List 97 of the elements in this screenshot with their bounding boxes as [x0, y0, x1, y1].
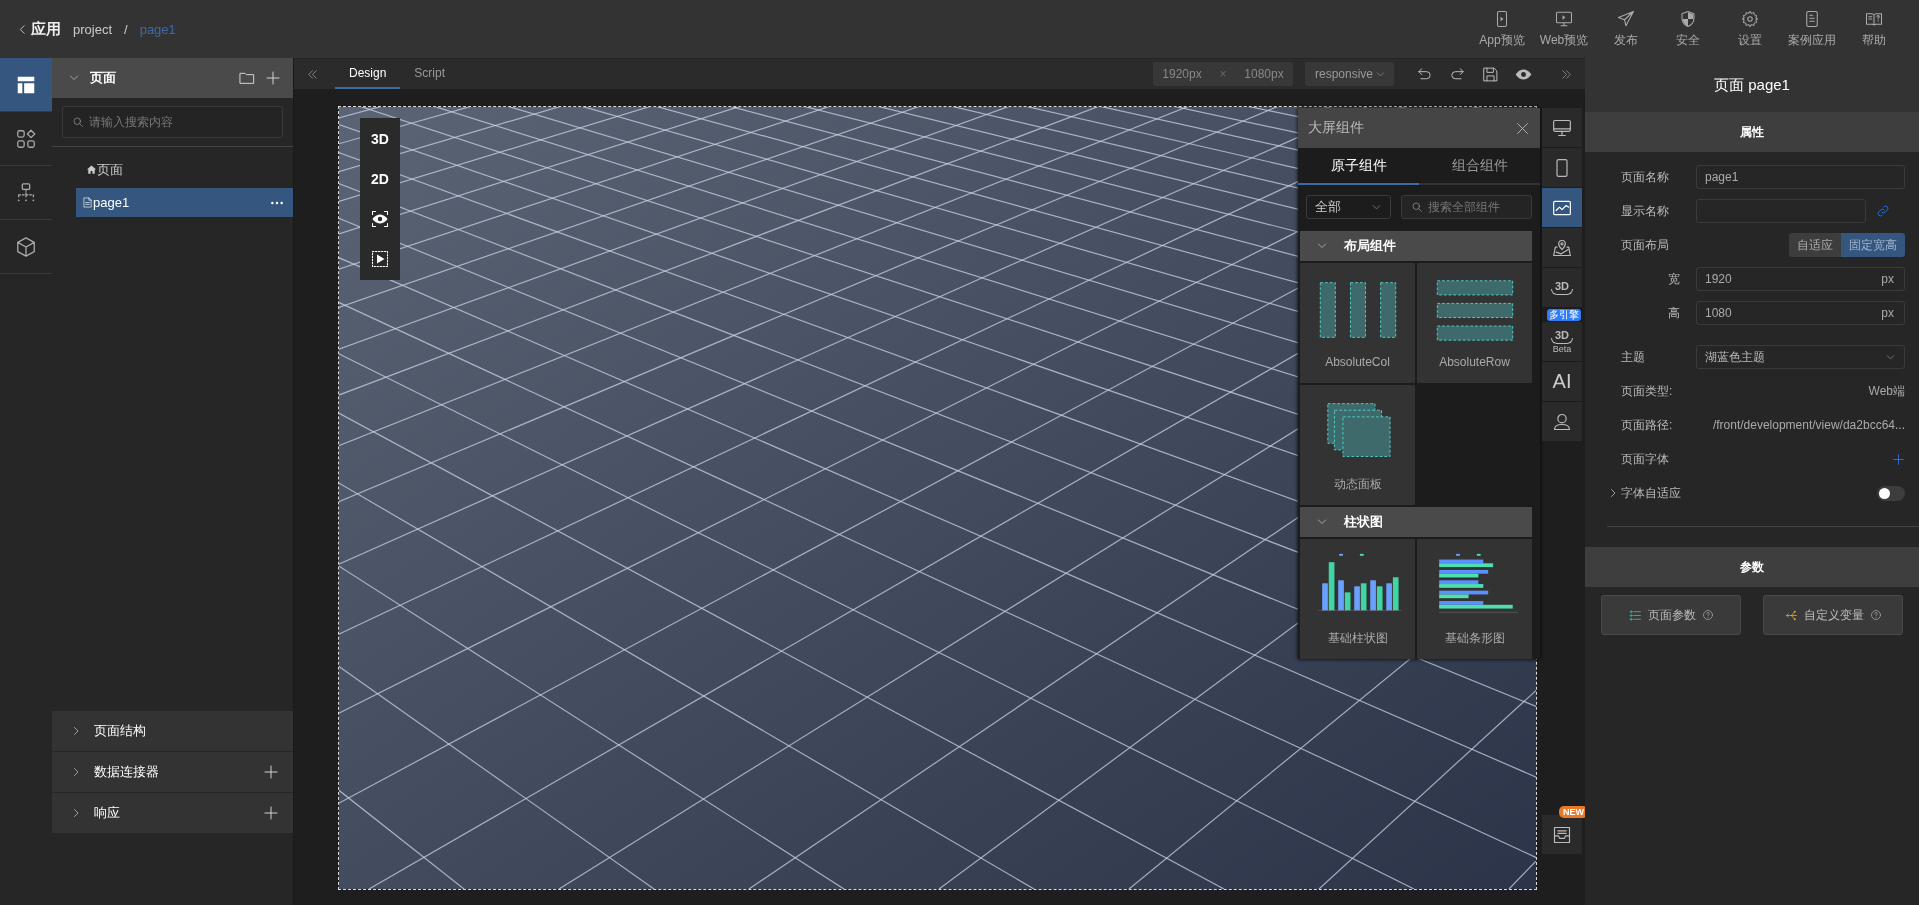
field-value: Web端	[1867, 382, 1905, 400]
search-field[interactable]: 搜索全部组件	[1401, 195, 1532, 219]
toolbar-button[interactable]: 案例应用	[1781, 9, 1843, 49]
close-icon[interactable]	[1515, 120, 1530, 136]
view-mode-button[interactable]: 2D	[360, 164, 400, 194]
section-header[interactable]: 数据连接器	[52, 752, 293, 792]
monitor-icon	[1552, 117, 1572, 138]
toolbar-button[interactable]: 设置	[1719, 9, 1781, 49]
panel-title: 页面	[90, 69, 117, 87]
pointer-icon[interactable]	[371, 250, 389, 268]
component-card[interactable]: 基础条形图	[1417, 539, 1532, 659]
search-icon	[72, 116, 84, 128]
number-field[interactable]: 1080 px	[1696, 301, 1905, 325]
collapse-icon[interactable]	[306, 67, 319, 81]
map-pin-icon	[1552, 237, 1572, 258]
document-icon	[1803, 9, 1821, 28]
field-label: 页面路径:	[1621, 416, 1674, 434]
field-label: 字体自适应	[1621, 484, 1682, 502]
field-label: 页面类型:	[1621, 382, 1674, 400]
number-field[interactable]: 1920 px	[1696, 267, 1905, 291]
mode-dropdown[interactable]: responsive	[1304, 62, 1394, 86]
panel-title: 大屏组件	[1308, 119, 1364, 137]
cube-icon	[15, 235, 37, 258]
toolbar-button[interactable]: 安全	[1657, 9, 1719, 49]
toolbar-button[interactable]: 发布	[1595, 9, 1657, 49]
component-category-tab[interactable]: AI	[1542, 362, 1582, 401]
list-icon	[1628, 608, 1642, 622]
page-item[interactable]: page1	[76, 188, 293, 217]
panel-title: 页面 page1	[1585, 58, 1919, 112]
component-card[interactable]: AbsoluteCol	[1300, 263, 1415, 383]
component-category-tab[interactable]	[1542, 228, 1582, 267]
back-link[interactable]: 应用	[16, 19, 61, 39]
field-label: 宽	[1667, 270, 1681, 288]
page-item[interactable]: 页面	[80, 155, 293, 184]
component-card[interactable]: 基础柱状图	[1300, 539, 1415, 659]
section-header: 属性	[1585, 112, 1919, 152]
group-header[interactable]: 柱状图	[1300, 507, 1532, 537]
toolbar-button[interactable]: Web预览	[1533, 9, 1595, 49]
param-button[interactable]: 自定义变量	[1763, 595, 1903, 635]
save-icon[interactable]	[1482, 65, 1499, 83]
field-label: 页面布局	[1621, 236, 1670, 254]
section-header[interactable]: 页面结构	[52, 711, 293, 751]
text-field[interactable]: page1	[1696, 165, 1905, 189]
toolbar-button[interactable]: App预览	[1471, 9, 1533, 49]
toolbar-button[interactable]: 帮助	[1843, 9, 1905, 49]
beta-label: Beta	[1552, 343, 1572, 354]
plus-icon[interactable]	[1892, 452, 1905, 466]
view-mode-button[interactable]: 3D	[360, 124, 400, 154]
component-category-tab[interactable]	[1542, 402, 1582, 441]
folder-icon[interactable]	[239, 70, 255, 86]
filter-dropdown[interactable]: 全部	[1306, 195, 1391, 219]
component-category-tab[interactable]: 3D	[1542, 268, 1582, 307]
component-category-tab[interactable]: 3D Beta	[1542, 322, 1582, 361]
toggle-switch[interactable]	[1877, 485, 1905, 501]
eye-icon[interactable]	[371, 210, 389, 228]
shield-icon	[1679, 9, 1697, 28]
component-category-tab[interactable]	[1542, 188, 1582, 227]
expand-icon[interactable]	[1560, 67, 1573, 81]
search-field[interactable]: 请输入搜索内容	[62, 106, 283, 138]
engine-badge: 多引擎	[1547, 309, 1581, 321]
component-category-tab[interactable]	[1542, 108, 1582, 147]
segment-option[interactable]: 自适应	[1789, 233, 1841, 257]
field-label: 显示名称	[1621, 202, 1670, 220]
component-category-tab[interactable]	[1542, 148, 1582, 187]
hierarchy-icon	[15, 181, 37, 204]
search-icon	[1411, 201, 1423, 213]
param-button[interactable]: 页面参数	[1601, 595, 1741, 635]
editor-tab[interactable]: Script	[400, 59, 460, 89]
component-category-tab[interactable]	[1542, 815, 1582, 854]
user-icon	[1552, 411, 1572, 432]
monitor-play-icon	[1555, 9, 1573, 28]
section-header: 参数	[1585, 547, 1919, 587]
page-icon	[82, 197, 93, 208]
component-card[interactable]: AbsoluteRow	[1417, 263, 1532, 383]
home-icon	[86, 164, 97, 175]
field-label: 高	[1667, 304, 1681, 322]
new-badge: NEW	[1559, 806, 1585, 818]
ai-label: AI	[1552, 370, 1572, 393]
paper-plane-icon	[1617, 9, 1635, 28]
segment-option[interactable]: 固定宽高	[1841, 233, 1905, 257]
field-label: 主题	[1621, 348, 1646, 366]
field-value: /front/development/view/da2bcc64...	[1711, 418, 1905, 432]
shapes-icon	[15, 127, 37, 150]
section-header[interactable]: 响应	[52, 793, 293, 833]
help-icon	[1701, 609, 1714, 621]
theme-dropdown[interactable]: 湖蓝色主题	[1696, 345, 1905, 369]
group-header[interactable]: 布局组件	[1300, 231, 1532, 261]
settings-icon	[1741, 9, 1759, 28]
breadcrumb-item[interactable]: project	[73, 21, 113, 37]
component-card[interactable]: 动态面板	[1300, 385, 1415, 505]
link-icon[interactable]	[1876, 204, 1890, 218]
field-label: 页面名称	[1621, 168, 1670, 186]
tray-icon	[1552, 824, 1572, 845]
branch-icon	[1784, 608, 1798, 622]
breadcrumb-item[interactable]: /	[124, 21, 128, 37]
help-icon	[1869, 609, 1882, 621]
field-label: 页面字体	[1621, 450, 1670, 468]
